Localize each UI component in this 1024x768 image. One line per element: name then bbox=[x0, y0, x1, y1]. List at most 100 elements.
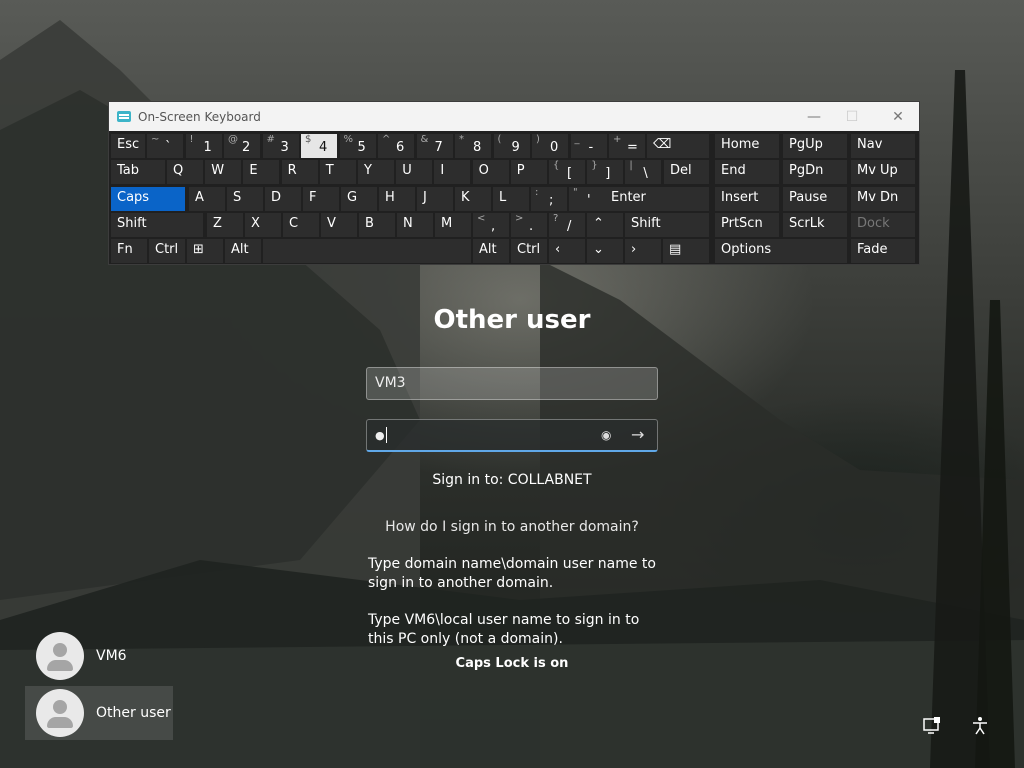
user-tile-other-user[interactable]: Other user bbox=[25, 686, 173, 740]
key-k[interactable]: K bbox=[455, 187, 491, 211]
key-h[interactable]: H bbox=[379, 187, 415, 211]
help-link[interactable]: How do I sign in to another domain? bbox=[0, 519, 1024, 535]
key-label: 5 bbox=[357, 140, 366, 155]
key-shift[interactable]: Shift bbox=[111, 213, 203, 237]
key-l[interactable]: L bbox=[493, 187, 529, 211]
key-3[interactable]: #3 bbox=[262, 134, 299, 158]
key-home[interactable]: Home bbox=[715, 134, 779, 158]
password-field[interactable]: ● ◉ → bbox=[366, 419, 658, 452]
key-sym[interactable]: ~ ` bbox=[147, 134, 183, 158]
key-9[interactable]: (9 bbox=[493, 134, 530, 158]
key-c[interactable]: C bbox=[283, 213, 319, 237]
key-arrow-down[interactable]: ⌄ bbox=[587, 239, 623, 263]
key-del[interactable]: Del bbox=[664, 160, 709, 184]
key-ctrl[interactable]: Ctrl bbox=[511, 239, 547, 263]
key-7[interactable]: & 7 bbox=[416, 134, 453, 158]
key-space[interactable] bbox=[263, 239, 471, 263]
key-esc[interactable]: Esc bbox=[111, 134, 145, 158]
key-prtscn[interactable]: PrtScn bbox=[715, 213, 779, 237]
key-sym[interactable]: ? / bbox=[549, 213, 585, 237]
user-tile-vm6[interactable]: VM6 bbox=[25, 629, 173, 683]
key-sym[interactable]: " ' bbox=[569, 187, 605, 211]
accessibility-icon[interactable] bbox=[970, 716, 990, 736]
key-end[interactable]: End bbox=[715, 160, 779, 184]
key-arrow-right[interactable]: › bbox=[625, 239, 661, 263]
key-fade[interactable]: Fade bbox=[851, 239, 915, 263]
reveal-password-icon[interactable]: ◉ bbox=[601, 420, 611, 451]
username-value: VM3 bbox=[375, 375, 406, 391]
key-tab[interactable]: Tab bbox=[111, 160, 165, 184]
key-sym[interactable]: {[ bbox=[549, 160, 585, 184]
osk-titlebar[interactable]: On-Screen Keyboard — ☐ ✕ bbox=[109, 102, 919, 131]
key-u[interactable]: U bbox=[396, 160, 433, 184]
key-dock[interactable]: Dock bbox=[851, 213, 915, 237]
username-field[interactable]: VM3 bbox=[366, 367, 658, 400]
key-shift-label: @ bbox=[228, 134, 238, 145]
key-6[interactable]: ^ 6 bbox=[378, 134, 414, 158]
key-windows[interactable]: ⊞ bbox=[187, 239, 223, 263]
key-w[interactable]: W bbox=[205, 160, 242, 184]
key-o[interactable]: O bbox=[472, 160, 509, 184]
key-shift-label: } bbox=[591, 160, 598, 171]
key-pgdn[interactable]: PgDn bbox=[783, 160, 847, 184]
key-options[interactable]: Options bbox=[715, 239, 847, 263]
key-b[interactable]: B bbox=[359, 213, 395, 237]
key-shift[interactable]: Shift bbox=[625, 213, 709, 237]
maximize-button[interactable]: ☐ bbox=[829, 102, 875, 131]
key-insert[interactable]: Insert bbox=[715, 187, 779, 211]
key-enter[interactable]: Enter bbox=[605, 187, 709, 211]
key-e[interactable]: E bbox=[243, 160, 280, 184]
key-scrlk[interactable]: ScrLk bbox=[783, 213, 847, 237]
key-t[interactable]: T bbox=[319, 160, 356, 184]
key-sym[interactable]: }] bbox=[587, 160, 624, 184]
key-arrow-left[interactable]: ‹ bbox=[549, 239, 585, 263]
key-r[interactable]: R bbox=[281, 160, 318, 184]
key-s[interactable]: S bbox=[227, 187, 263, 211]
key-ctrl[interactable]: Ctrl bbox=[149, 239, 185, 263]
key-i[interactable]: I bbox=[434, 160, 471, 184]
key-4[interactable]: $4 bbox=[301, 134, 337, 158]
key-y[interactable]: Y bbox=[358, 160, 394, 184]
key-sym[interactable]: <, bbox=[473, 213, 509, 237]
key-caps[interactable]: Caps bbox=[111, 187, 185, 211]
key-0[interactable]: ) 0 bbox=[532, 134, 568, 158]
close-button[interactable]: ✕ bbox=[875, 102, 921, 131]
key-5[interactable]: % 5 bbox=[339, 134, 376, 158]
key-2[interactable]: @2 bbox=[224, 134, 260, 158]
key-backspace[interactable]: ⌫ bbox=[647, 134, 709, 158]
key-shift-label: $ bbox=[305, 134, 312, 145]
key-shift-label: _ bbox=[574, 134, 580, 145]
key-nav[interactable]: Nav bbox=[851, 134, 915, 158]
network-icon[interactable] bbox=[922, 716, 942, 736]
key-n[interactable]: N bbox=[397, 213, 433, 237]
key-alt[interactable]: Alt bbox=[473, 239, 509, 263]
key-sym[interactable]: :; bbox=[531, 187, 567, 211]
key-q[interactable]: Q bbox=[167, 160, 203, 184]
submit-arrow-icon[interactable]: → bbox=[631, 419, 644, 450]
key-mv-up[interactable]: Mv Up bbox=[851, 160, 915, 184]
key-x[interactable]: X bbox=[245, 213, 281, 237]
key-arrow-up[interactable]: ⌃ bbox=[587, 213, 623, 237]
key-sym[interactable]: _ - bbox=[570, 134, 607, 158]
key-a[interactable]: A bbox=[189, 187, 225, 211]
key-z[interactable]: Z bbox=[207, 213, 243, 237]
key-fn[interactable]: Fn bbox=[111, 239, 147, 263]
key-pause[interactable]: Pause bbox=[783, 187, 847, 211]
key-d[interactable]: D bbox=[265, 187, 301, 211]
key-pgup[interactable]: PgUp bbox=[783, 134, 847, 158]
key-menu[interactable]: ▤ bbox=[663, 239, 709, 263]
key-j[interactable]: J bbox=[417, 187, 453, 211]
key-v[interactable]: V bbox=[321, 213, 357, 237]
key-f[interactable]: F bbox=[303, 187, 339, 211]
key-label: / bbox=[567, 219, 572, 234]
key-sym[interactable]: >. bbox=[511, 213, 547, 237]
key-alt[interactable]: Alt bbox=[225, 239, 261, 263]
key-m[interactable]: M bbox=[435, 213, 471, 237]
key-sym[interactable]: + = bbox=[609, 134, 645, 158]
key-8[interactable]: * 8 bbox=[455, 134, 491, 158]
key-sym[interactable]: | \ bbox=[625, 160, 662, 184]
key-p[interactable]: P bbox=[510, 160, 547, 184]
key-1[interactable]: ! 1 bbox=[185, 134, 222, 158]
key-mv-dn[interactable]: Mv Dn bbox=[851, 187, 915, 211]
key-g[interactable]: G bbox=[341, 187, 377, 211]
